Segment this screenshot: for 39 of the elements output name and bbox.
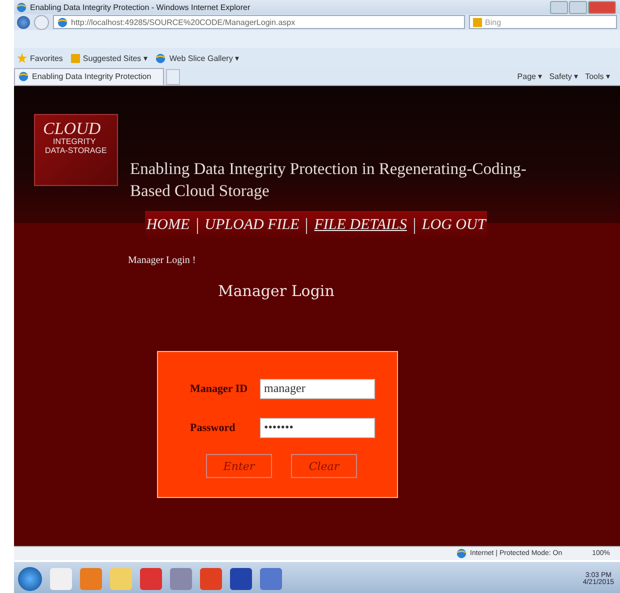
taskbar-app-icon[interactable]: [230, 568, 252, 590]
site-logo: CLOUD INTEGRITY DATA-STORAGE: [34, 114, 118, 186]
input-field[interactable]: manager: [260, 379, 375, 399]
input-field[interactable]: •••••••: [260, 418, 375, 438]
star-icon: [17, 53, 27, 63]
minimize-button[interactable]: [550, 0, 568, 14]
favorites-item[interactable]: Web Slice Gallery ▾: [169, 54, 240, 62]
start-button[interactable]: [18, 566, 42, 590]
browser-icon: [18, 71, 29, 82]
nav-link[interactable]: FILE DETAILS: [314, 217, 407, 234]
favorites-item[interactable]: Favorites: [30, 54, 63, 62]
back-button[interactable]: [17, 16, 30, 28]
bing-icon: [70, 54, 80, 62]
browser-icon: [16, 2, 27, 12]
taskbar-app-icon[interactable]: [200, 568, 222, 590]
maximize-button[interactable]: [569, 0, 587, 14]
field-label: Password: [190, 422, 236, 434]
command-menu[interactable]: Tools ▾: [585, 72, 610, 81]
browser-tab[interactable]: Enabling Data Integrity Protection: [14, 68, 164, 86]
new-tab-button[interactable]: [166, 68, 180, 84]
field-label: Manager ID: [190, 383, 249, 395]
globe-icon: [456, 548, 467, 559]
nav-link[interactable]: LOG OUT: [422, 217, 486, 234]
command-menu[interactable]: Safety ▾: [549, 72, 578, 81]
page-icon: [57, 16, 68, 28]
form-heading: Manager Login: [218, 282, 334, 300]
welcome-text: Manager Login !: [128, 255, 196, 266]
close-button[interactable]: [588, 0, 616, 14]
command-menu[interactable]: Page ▾: [517, 72, 542, 81]
address-field[interactable]: http://localhost:49285/SOURCE%20CODE/ManagerLogin.aspx: [53, 15, 465, 29]
forward-button[interactable]: [34, 14, 49, 30]
nav-link[interactable]: UPLOAD FILE: [204, 217, 300, 234]
window-title: Enabling Data Integrity Protection - Windows Internet Explorer: [30, 2, 252, 12]
taskbar-app-icon[interactable]: [140, 568, 162, 590]
taskbar-app-icon[interactable]: [260, 568, 282, 590]
nav-link[interactable]: HOME: [146, 217, 190, 234]
site-title: Enabling Data Integrity Protection in Regenerating-Coding-Based Cloud Storage: [130, 158, 528, 202]
browser-icon: [155, 52, 166, 64]
favorites-item[interactable]: Suggested Sites ▾: [82, 54, 148, 62]
